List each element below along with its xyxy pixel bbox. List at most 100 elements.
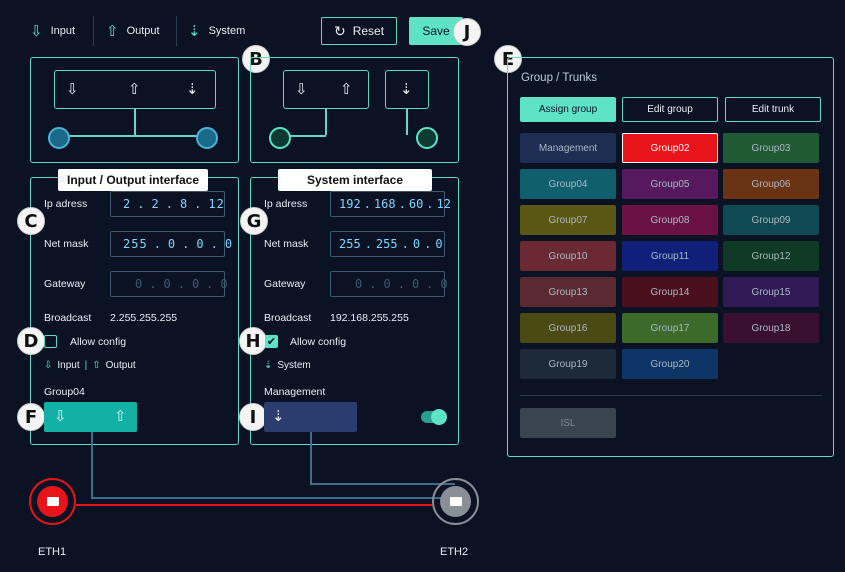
gw-octet: 0 [220,277,229,291]
edit-group-label: Edit group [647,104,693,115]
group-tile-label: Group15 [751,286,791,298]
type-output-label: Output [105,360,136,371]
input-arrow-icon: ⇩ [44,360,53,371]
group-tile[interactable]: Group13 [520,277,616,307]
group-tile-label: Group02 [650,142,690,154]
badge-c: C [17,207,45,235]
cable-line [91,497,456,499]
group-tile-label: Group20 [650,358,690,370]
group-tile-label: Group11 [650,250,690,262]
gw-octet: 0 [383,277,392,291]
group-tile[interactable]: Group17 [622,313,718,343]
group-tile[interactable]: Group03 [723,133,819,163]
input-arrow-icon: ⇩ [66,81,79,98]
ip-label: Ip adress [264,198,308,210]
io-mask-field[interactable]: 255. 0. 0. 0 [110,231,232,257]
group-tile[interactable]: Group19 [520,349,616,379]
broadcast-label: Broadcast [264,312,312,324]
system-icon: ⇣ [400,81,413,98]
group-tile[interactable]: Group07 [520,205,616,235]
group-tile[interactable]: Group12 [723,241,819,271]
output-arrow-icon: ⇧ [340,81,353,98]
input-arrow-icon: ⇩ [54,408,67,425]
system-icon: ⇣ [188,23,201,40]
group-tile[interactable]: Group06 [723,169,819,199]
group-tile[interactable]: Group10 [520,241,616,271]
sys-ip-field[interactable]: 192. 168. 60. 12 [330,191,451,217]
io-gateway-field[interactable]: 0.0.0.0 [110,271,229,297]
mask-octet: 0 [435,237,443,251]
group-tile[interactable]: Group20 [622,349,718,379]
sys-gateway-field[interactable]: 0.0.0.0 [330,271,448,297]
io-type-row: ⇩ Input | ⇧ Output [44,360,136,371]
divider [176,16,177,46]
input-arrow-icon: ⇩ [30,23,43,40]
cable-line [310,483,455,485]
group-tile[interactable]: Group04 [520,169,616,199]
allow-config-checkbox[interactable]: ✔ [265,335,278,348]
output-arrow-icon: ⇧ [106,23,119,40]
eth2-label: ETH2 [440,546,469,558]
system-icon: ⇣ [272,408,285,425]
output-arrow-icon: ⇧ [92,360,101,371]
ip-octet: 12 [208,197,225,211]
group-tile-label: Group14 [650,286,690,298]
assign-group-label: Assign group [538,104,598,115]
gateway-label: Gateway [264,278,306,290]
type-input-label: Input [57,360,80,371]
group-tile[interactable]: Group18 [723,313,819,343]
reset-icon: ↻ [333,22,346,39]
io-group-button[interactable]: ⇩ ⇧ [44,402,137,432]
edit-trunk-label: Edit trunk [751,104,795,115]
tab-input[interactable]: ⇩ Input [30,22,75,40]
sys-mask-field[interactable]: 255. 255. 0. 0 [330,231,445,257]
tab-input-label: Input [50,25,76,37]
isl-button[interactable]: ISL [520,408,616,438]
edit-group-button[interactable]: Edit group [622,97,718,122]
group-tile[interactable]: Group11 [622,241,718,271]
group-tile[interactable]: Management [520,133,616,163]
group-tile[interactable]: Group15 [723,277,819,307]
mask-octet: 0 [412,237,421,251]
group-tile[interactable]: Group08 [622,205,718,235]
allow-config-checkbox[interactable] [44,335,57,348]
mask-octet: 0 [167,237,177,251]
toggle-knob [431,409,447,425]
tab-system[interactable]: ⇣ System [188,22,245,40]
group-tile[interactable]: Group14 [622,277,718,307]
group-tile[interactable]: Group02 [622,133,718,163]
badge-d: D [17,327,45,355]
gw-octet: 0 [191,277,201,291]
group-tile[interactable]: Group09 [723,205,819,235]
group-tile[interactable]: Group16 [520,313,616,343]
groups-title: Group / Trunks [521,72,598,84]
io-ip-field[interactable]: 2. 2. 8. 12 [110,191,225,217]
save-label: Save [422,24,450,38]
cable-line [91,432,93,498]
mask-octet: 255 [339,237,361,251]
output-arrow-icon: ⇧ [114,408,127,425]
type-system-label: System [277,360,311,371]
divider [93,16,94,46]
mask-label: Net mask [44,238,89,250]
gw-octet: 0 [163,277,172,291]
cable-line [76,504,432,506]
group-tile-label: Group17 [650,322,690,334]
group-tile[interactable]: Group05 [622,169,718,199]
sys-group-button[interactable]: ⇣ [264,402,357,432]
divider [520,395,822,396]
group-tile-label: Group09 [751,214,791,226]
group-tile-label: Group18 [751,322,791,334]
badge-i: I [239,403,267,431]
tab-output[interactable]: ⇧ Output [106,22,160,40]
reset-button[interactable]: ↻ Reset [321,17,397,45]
sys-group-label: Management [264,386,326,398]
cable-line [310,432,312,484]
connector-line [406,109,408,135]
assign-group-button[interactable]: Assign group [520,97,616,122]
enable-toggle[interactable] [421,409,447,425]
ip-octet: 168 [373,197,396,211]
mask-octet: 255 [123,237,148,251]
badge-h: H [239,327,267,355]
edit-trunk-button[interactable]: Edit trunk [725,97,821,122]
